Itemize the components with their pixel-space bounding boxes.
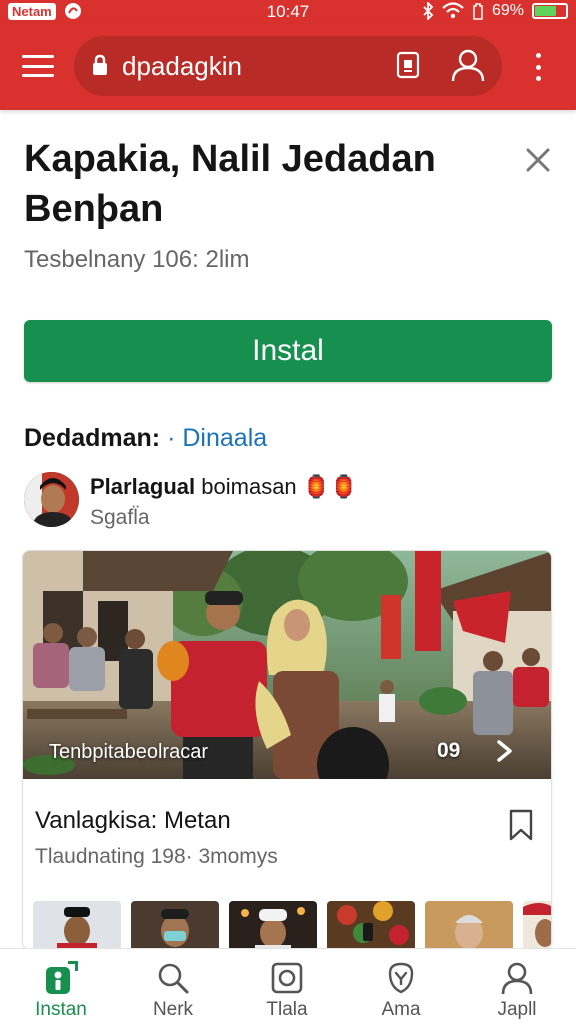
status-right: 69% [422, 2, 568, 20]
section-header: Dedadman: · Dinaala [24, 424, 267, 453]
avatar[interactable] [24, 472, 79, 527]
account-icon[interactable] [450, 48, 486, 82]
notification-icon [388, 962, 414, 994]
bottom-navigation: Instan Nerk Tlala Ama Japll [0, 948, 576, 1024]
lock-icon [93, 54, 107, 75]
section-separator: · [167, 424, 176, 452]
address-bar[interactable]: dpadagkin [74, 36, 502, 96]
battery-icon [532, 3, 568, 19]
url-text[interactable]: dpadagkin [122, 51, 242, 82]
bluetooth-icon [423, 2, 434, 20]
thumbnail-image[interactable] [33, 901, 121, 950]
author-name[interactable]: Plarlagual boimasan 🏮🏮 [90, 474, 358, 500]
section-label: Dedadman: [24, 424, 161, 452]
nav-item-japll[interactable]: Japll [462, 949, 572, 1024]
section-link[interactable]: Dinaala [182, 424, 267, 452]
profile-icon [501, 962, 533, 995]
post-card[interactable]: Tenbpitabeolracar 09 Vanlagkisa: Metan T… [22, 550, 552, 950]
thumbnail-image[interactable] [425, 901, 513, 950]
author-name-rest: boimasan [201, 474, 297, 499]
thumbnail-strip [33, 901, 552, 950]
thumbnail-image[interactable] [523, 901, 552, 950]
camera-icon [271, 962, 303, 994]
card-subtitle: Tlaudnating 198· 3momys [35, 845, 278, 868]
status-bar: Netam 10:47 69% [0, 0, 576, 24]
battery-percent: 69% [491, 2, 524, 19]
nav-item-ama[interactable]: Ama [346, 949, 456, 1024]
search-icon [158, 963, 189, 994]
nav-label: Instan [35, 999, 87, 1020]
next-arrow-icon[interactable] [493, 739, 515, 763]
menu-icon[interactable] [18, 48, 58, 84]
thumbnail-image[interactable] [131, 901, 219, 950]
nav-item-nerk[interactable]: Nerk [118, 949, 228, 1024]
battery-saver-icon [473, 3, 483, 20]
page-title: Kapakia, Nalil Jedadan Benþan [24, 138, 436, 230]
nav-label: Nerk [152, 999, 194, 1020]
more-vertical-icon[interactable] [526, 52, 550, 82]
close-icon[interactable] [522, 144, 554, 176]
thumbnail-image[interactable] [327, 901, 415, 950]
nav-label: Tlala [266, 999, 308, 1020]
author-name-bold: Plarlagual [90, 474, 196, 499]
card-title[interactable]: Vanlagkisa: Metan [35, 807, 231, 835]
wifi-icon [442, 2, 464, 19]
bookmark-icon[interactable] [507, 809, 535, 841]
nav-item-tlala[interactable]: Tlala [232, 949, 342, 1024]
install-icon [46, 961, 78, 994]
nav-label: Ama [381, 999, 421, 1020]
author-subtitle: Sgafl̈a [90, 506, 150, 529]
install-button[interactable]: Instal [24, 320, 552, 382]
nav-label: Japll [497, 999, 537, 1020]
tab-switcher-icon[interactable] [396, 51, 420, 79]
thumbnail-image[interactable] [229, 901, 317, 950]
image-counter: 09 [437, 739, 461, 762]
nav-item-instan[interactable]: Instan [6, 949, 116, 1024]
author-emojis: 🏮🏮 [302, 474, 358, 499]
browser-toolbar: dpadagkin [0, 24, 576, 110]
image-caption: Tenbpitabeolracar [49, 741, 208, 763]
app-subtitle: Tesbelnany 106: 2lim [24, 246, 250, 273]
battery-level [535, 6, 556, 16]
